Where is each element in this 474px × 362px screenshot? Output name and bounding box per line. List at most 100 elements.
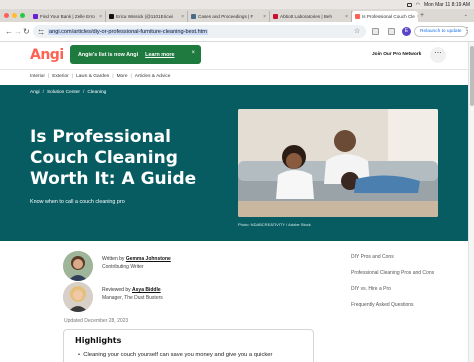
- forward-arrow-icon[interactable]: →: [14, 27, 22, 37]
- reload-icon[interactable]: ↻: [23, 27, 30, 37]
- close-tab-icon[interactable]: ×: [263, 14, 266, 20]
- angi-favicon-icon: [355, 14, 360, 19]
- nav-separator: |: [130, 73, 132, 79]
- nav-item-interior[interactable]: Interior: [30, 74, 45, 79]
- browser-menu-icon[interactable]: ⋮: [463, 26, 471, 35]
- close-tab-icon[interactable]: ×: [181, 14, 184, 20]
- rebrand-toast: Angie's list is now Angi Learn more ×: [70, 45, 201, 64]
- web-page: Angi Angie's list is now Angi Learn more…: [0, 42, 468, 362]
- menu-bar-status: ◠ Mon Mar 11 8:19 AM: [406, 0, 470, 9]
- scrollbar-thumb[interactable]: [470, 46, 474, 106]
- more-options-icon[interactable]: ⋯: [430, 47, 446, 63]
- breadcrumb: Angi / Solution Center / Cleaning: [30, 90, 106, 95]
- toc-item[interactable]: Professional Cleaning Pros and Cons: [351, 270, 461, 277]
- nav-separator: |: [112, 73, 114, 79]
- author-role: Contributing Writer: [102, 264, 144, 270]
- macos-menu-bar: ◠ Mon Mar 11 8:19 AM: [0, 0, 474, 9]
- site-info-icon[interactable]: [38, 29, 44, 35]
- reviewer-avatar: [63, 282, 93, 312]
- close-icon[interactable]: ×: [191, 50, 195, 56]
- breadcrumb-item[interactable]: Cleaning: [87, 90, 106, 95]
- author-avatar: [63, 251, 93, 281]
- breadcrumb-separator: /: [83, 90, 85, 95]
- tab-label: Cases and Proceedings | F: [198, 14, 254, 19]
- wifi-icon[interactable]: ◠: [416, 2, 420, 8]
- zelle-favicon-icon: [33, 14, 38, 19]
- toc-item[interactable]: DIY vs. Hire a Pro: [351, 286, 461, 293]
- author-byline: Written by Gemma Johnstone: [102, 256, 171, 262]
- browser-toolbar: ← → ↻ angi.com/articles/diy-or-professio…: [0, 22, 474, 42]
- reviewer-role: Manager, The Dust Busters: [102, 295, 163, 301]
- close-window-icon[interactable]: [4, 13, 9, 18]
- category-nav: Interior | Exterior | Lawn & Garden | Mo…: [30, 72, 170, 80]
- tab-label: Is Professional Couch Cle: [362, 14, 415, 19]
- article-authors: Written by Gemma Johnstone Contributing …: [63, 251, 323, 313]
- sidebar-panel-icon[interactable]: [388, 28, 395, 35]
- menu-bar-clock[interactable]: Mon Mar 11 8:19 AM: [424, 2, 470, 8]
- browser-tab[interactable]: Abbott Laboratories | Beh ×: [270, 11, 352, 22]
- family-on-couch-image: [238, 109, 438, 217]
- nav-separator: |: [71, 73, 73, 79]
- new-tab-icon[interactable]: +: [420, 12, 424, 19]
- highlight-text: Cleaning your couch yourself can save yo…: [83, 352, 273, 358]
- highlights-box: Highlights • Cleaning your couch yoursel…: [63, 329, 314, 362]
- address-bar[interactable]: angi.com/articles/diy-or-professional-fu…: [33, 25, 366, 38]
- relaunch-button[interactable]: Relaunch to update: [414, 26, 468, 37]
- close-tab-icon[interactable]: ×: [345, 14, 348, 20]
- author-photo-icon: [63, 251, 93, 281]
- browser-tab[interactable]: Cases and Proceedings | F ×: [188, 11, 270, 22]
- nav-item-lawn-garden[interactable]: Lawn & Garden: [76, 74, 109, 79]
- byline-prefix: Written by: [102, 256, 125, 262]
- browser-tab-active[interactable]: Is Professional Couch Cle ×: [352, 11, 418, 22]
- reviewer-name-link[interactable]: Asya Biddle: [132, 287, 161, 293]
- browser-tab[interactable]: Find Your Bank | Zelle Erro ×: [30, 11, 106, 22]
- angi-logo[interactable]: Angi: [30, 47, 64, 63]
- battery-icon[interactable]: [406, 2, 412, 7]
- reviewer-photo-icon: [63, 282, 93, 312]
- url-text[interactable]: angi.com/articles/diy-or-professional-fu…: [48, 28, 208, 35]
- nav-item-more[interactable]: More: [117, 74, 128, 79]
- author-name-link[interactable]: Gemma Johnstone: [126, 256, 171, 262]
- join-pro-network-link[interactable]: Join Our Pro Network: [372, 52, 421, 57]
- tab-label: Erica Wissick (@1101Ericwi: [116, 14, 173, 19]
- back-arrow-icon[interactable]: ←: [5, 27, 13, 37]
- extensions-icon[interactable]: [372, 28, 379, 35]
- profile-avatar[interactable]: E: [402, 27, 411, 36]
- breadcrumb-separator: /: [42, 90, 44, 95]
- article-hero: Angi / Solution Center / Cleaning Is Pro…: [0, 85, 468, 241]
- page-scrollbar[interactable]: [468, 42, 474, 362]
- tab-search-chevron-icon[interactable]: ⌄: [464, 12, 468, 18]
- browser-tab[interactable]: Erica Wissick (@1101Ericwi ×: [106, 11, 188, 22]
- close-tab-icon[interactable]: ×: [417, 14, 418, 20]
- site-header: Angi Angie's list is now Angi Learn more…: [0, 42, 468, 70]
- ftc-favicon-icon: [191, 14, 196, 19]
- toc-item[interactable]: DIY Pros and Cons: [351, 254, 461, 261]
- tab-label: Find Your Bank | Zelle Erro: [40, 14, 95, 19]
- nav-item-exterior[interactable]: Exterior: [52, 74, 69, 79]
- toc-item[interactable]: Frequently Asked Questions: [351, 302, 461, 309]
- bookmark-star-icon[interactable]: ☆: [354, 27, 360, 35]
- nav-item-articles-advice[interactable]: Articles & Advice: [135, 74, 171, 79]
- page-title: Is Professional Couch Cleaning Worth It:…: [30, 127, 197, 189]
- byline-prefix: Reviewed by: [102, 287, 131, 293]
- zoom-window-icon[interactable]: [20, 13, 25, 18]
- highlights-title: Highlights: [75, 336, 122, 345]
- breadcrumb-item[interactable]: Solution Center: [47, 90, 80, 95]
- nav-separator: |: [47, 73, 50, 79]
- breadcrumb-item[interactable]: Angi: [30, 90, 40, 95]
- author-row: Written by Gemma Johnstone Contributing …: [63, 251, 323, 282]
- relaunch-label: Relaunch to update: [420, 29, 462, 34]
- browser-tab-strip: Find Your Bank | Zelle Erro × Erica Wiss…: [0, 9, 474, 22]
- close-tab-icon[interactable]: ×: [99, 14, 102, 20]
- page-subtitle: Know when to call a couch cleaning pro: [30, 199, 125, 205]
- learn-more-link[interactable]: Learn more: [145, 52, 174, 58]
- toast-message: Angie's list is now Angi: [78, 51, 139, 58]
- updated-date: Updated December 28, 2023: [64, 318, 129, 324]
- minimize-window-icon[interactable]: [12, 13, 17, 18]
- tab-label: Abbott Laboratories | Beh: [280, 14, 333, 19]
- x-favicon-icon: [109, 14, 114, 19]
- window-controls: [4, 13, 25, 18]
- table-of-contents: DIY Pros and Cons Professional Cleaning …: [351, 254, 461, 318]
- reviewer-byline: Reviewed by Asya Biddle: [102, 287, 161, 293]
- abbott-favicon-icon: [273, 14, 278, 19]
